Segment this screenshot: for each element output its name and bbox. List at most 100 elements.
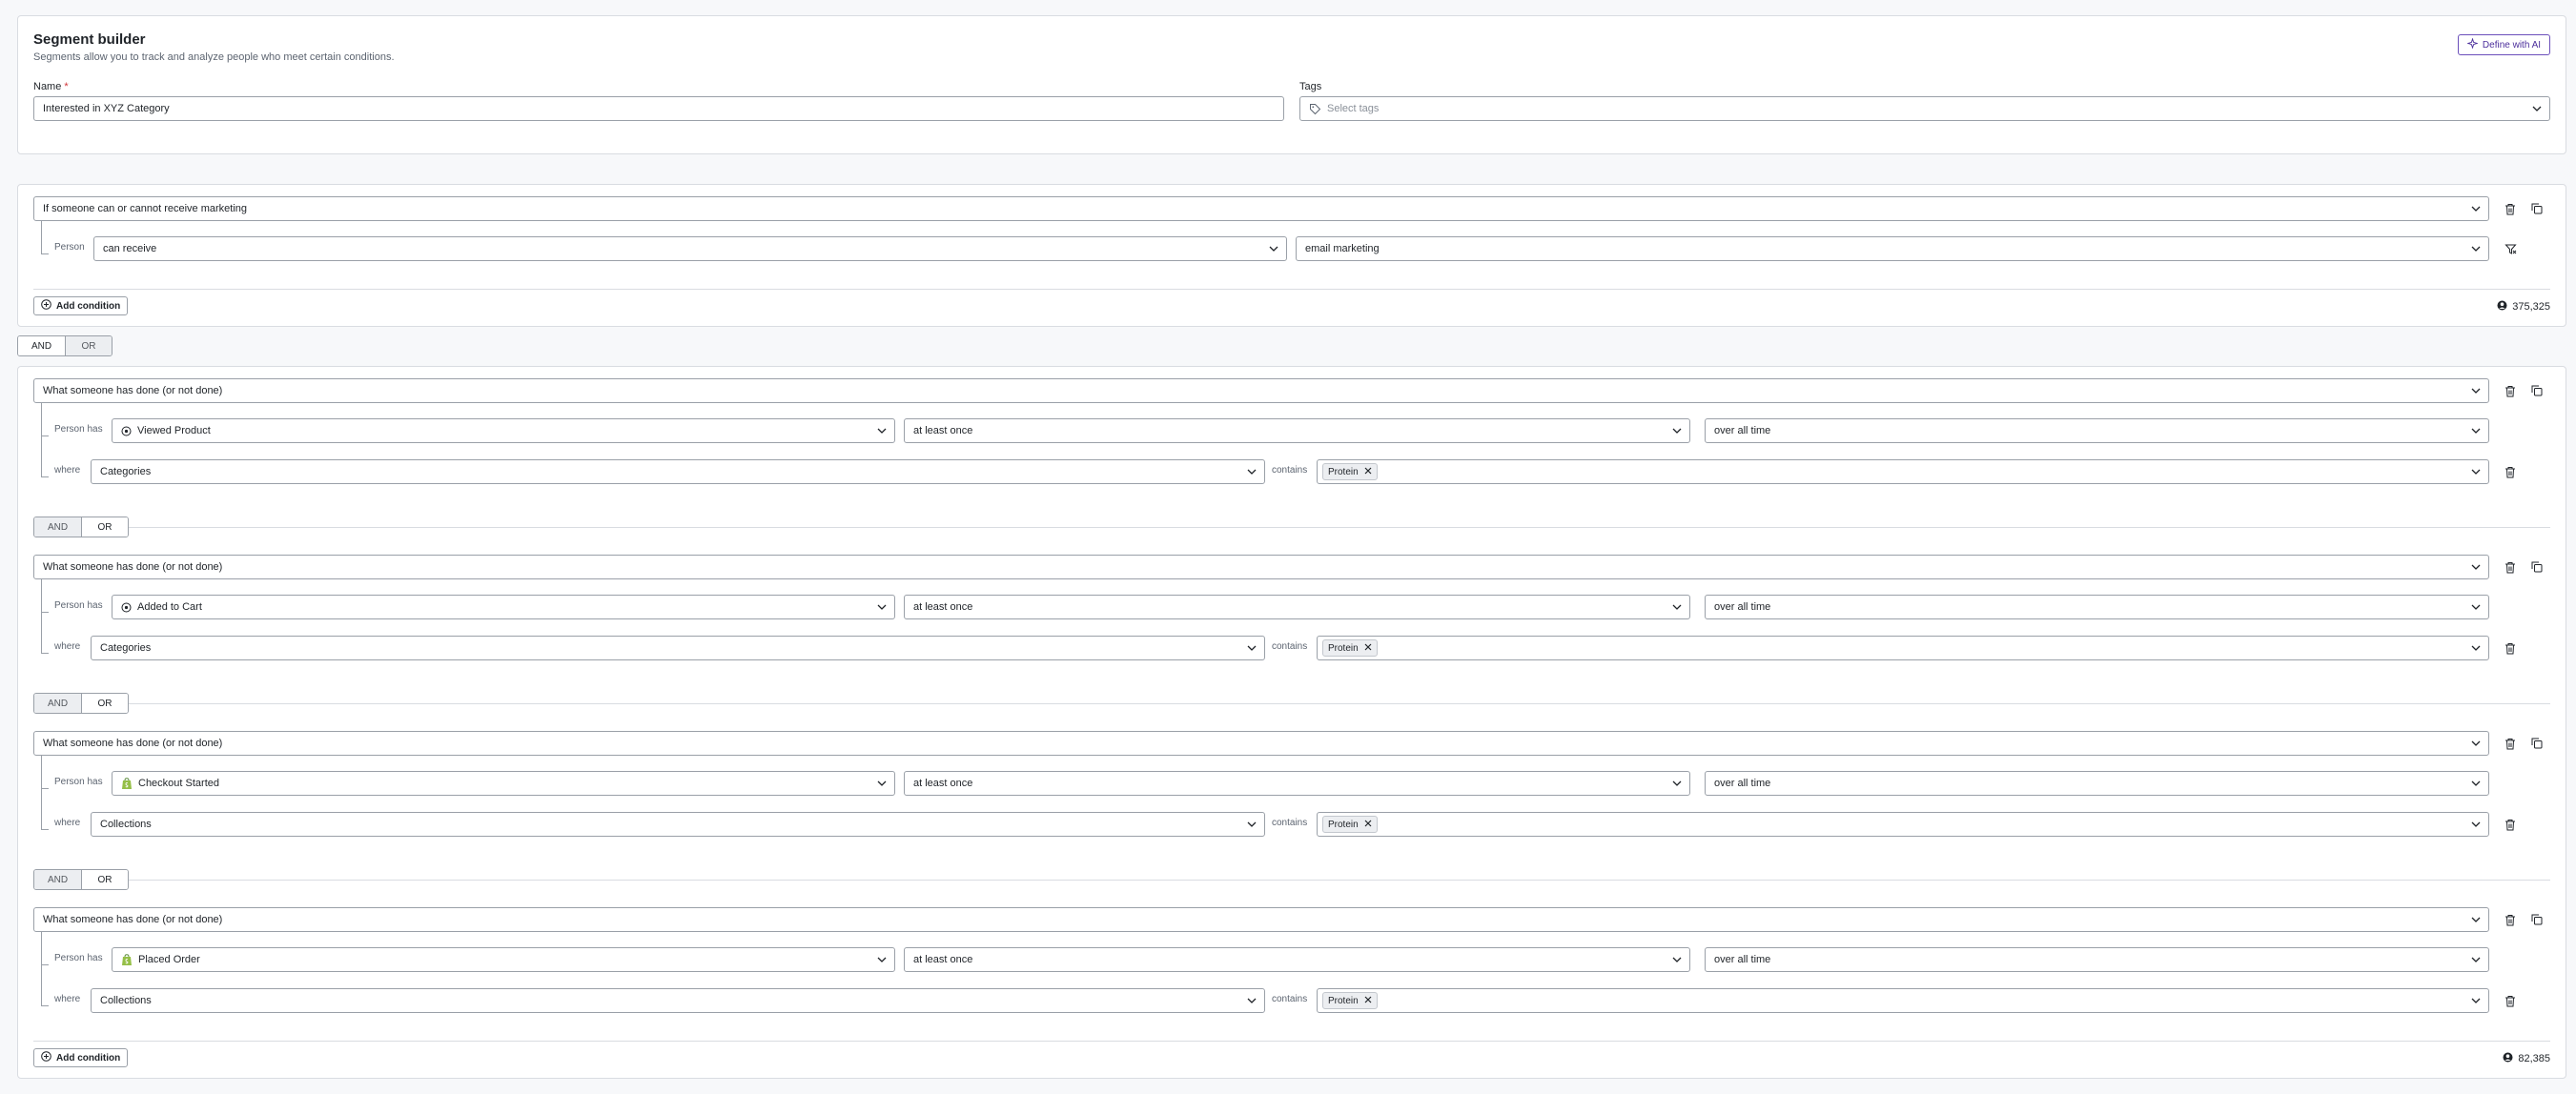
chevron-down-icon bbox=[2470, 819, 2482, 830]
duplicate-icon[interactable] bbox=[2529, 912, 2545, 927]
property-select[interactable]: Categories bbox=[91, 459, 1265, 484]
chevron-down-icon bbox=[876, 425, 888, 436]
event-select[interactable]: Viewed Product bbox=[112, 418, 895, 443]
chevron-down-icon bbox=[1671, 425, 1683, 436]
tag-icon bbox=[1309, 103, 1321, 118]
delete-icon[interactable] bbox=[2503, 464, 2518, 479]
add-condition-button[interactable]: Add condition bbox=[33, 296, 129, 315]
define-with-ai-label: Define with AI bbox=[2482, 39, 2542, 51]
tree-branch bbox=[41, 653, 49, 654]
condition-type-value: What someone has done (or not done) bbox=[43, 738, 223, 749]
tags-select[interactable]: Select tags bbox=[1299, 96, 2550, 121]
chevron-down-icon bbox=[2470, 642, 2482, 654]
tree-branch bbox=[41, 788, 49, 789]
duplicate-icon[interactable] bbox=[2529, 201, 2545, 216]
delete-icon[interactable] bbox=[2503, 993, 2518, 1008]
plus-circle-icon bbox=[41, 1051, 51, 1064]
channel-select[interactable]: email marketing bbox=[1296, 236, 2489, 261]
condition-type-select[interactable]: What someone has done (or not done) bbox=[33, 378, 2489, 403]
condition-join-toggle[interactable]: AND OR bbox=[33, 517, 129, 537]
close-icon[interactable] bbox=[1364, 643, 1372, 654]
condition-type-value: What someone has done (or not done) bbox=[43, 385, 223, 396]
or-option[interactable]: OR bbox=[81, 694, 128, 713]
clear-filter-icon[interactable] bbox=[2503, 241, 2518, 256]
condition-type-value: If someone can or cannot receive marketi… bbox=[43, 203, 248, 214]
name-label: Name * bbox=[33, 81, 69, 92]
condition-type-value: What someone has done (or not done) bbox=[43, 561, 223, 573]
tag-chip: Protein bbox=[1322, 816, 1378, 833]
divider bbox=[129, 527, 2550, 528]
tag-chip: Protein bbox=[1322, 992, 1378, 1009]
and-option[interactable]: AND bbox=[18, 336, 65, 355]
and-option[interactable]: AND bbox=[34, 517, 81, 537]
chevron-down-icon bbox=[2470, 995, 2482, 1006]
event-select[interactable]: Checkout Started bbox=[112, 771, 895, 796]
and-option[interactable]: AND bbox=[34, 870, 81, 889]
name-input[interactable]: Interested in XYZ Category bbox=[33, 96, 1284, 121]
tag-chip-label: Protein bbox=[1328, 466, 1359, 477]
condition-type-select[interactable]: If someone can or cannot receive marketi… bbox=[33, 196, 2489, 221]
event-select[interactable]: Added to Cart bbox=[112, 595, 895, 619]
duplicate-icon[interactable] bbox=[2529, 736, 2545, 751]
condition-type-select[interactable]: What someone has done (or not done) bbox=[33, 907, 2489, 932]
receive-value: can receive bbox=[103, 243, 157, 254]
sparkle-icon bbox=[2466, 37, 2479, 51]
divider bbox=[33, 1041, 2550, 1042]
condition-join-toggle[interactable]: AND OR bbox=[33, 693, 129, 714]
delete-icon[interactable] bbox=[2503, 640, 2518, 656]
value-multiselect[interactable]: Protein bbox=[1317, 812, 2489, 837]
delete-icon[interactable] bbox=[2503, 912, 2518, 927]
frequency-select[interactable]: at least once bbox=[904, 418, 1690, 443]
or-option[interactable]: OR bbox=[65, 336, 112, 355]
value-multiselect[interactable]: Protein bbox=[1317, 636, 2489, 660]
tag-chip-label: Protein bbox=[1328, 819, 1359, 830]
delete-icon[interactable] bbox=[2503, 817, 2518, 832]
property-select[interactable]: Collections bbox=[91, 812, 1265, 837]
group-join-toggle[interactable]: AND OR bbox=[17, 335, 112, 356]
close-icon[interactable] bbox=[1364, 996, 1372, 1006]
frequency-value: at least once bbox=[913, 425, 973, 436]
condition-type-select[interactable]: What someone has done (or not done) bbox=[33, 555, 2489, 579]
shopify-icon bbox=[121, 953, 133, 966]
chevron-down-icon bbox=[2470, 466, 2482, 477]
timeframe-select[interactable]: over all time bbox=[1705, 595, 2489, 619]
add-condition-label: Add condition bbox=[56, 1052, 121, 1064]
and-option[interactable]: AND bbox=[34, 694, 81, 713]
or-option[interactable]: OR bbox=[81, 870, 128, 889]
person-has-label: Person has bbox=[54, 953, 103, 963]
timeframe-select[interactable]: over all time bbox=[1705, 771, 2489, 796]
frequency-select[interactable]: at least once bbox=[904, 947, 1690, 972]
close-icon[interactable] bbox=[1364, 820, 1372, 830]
delete-icon[interactable] bbox=[2503, 201, 2518, 216]
timeframe-value: over all time bbox=[1714, 778, 1771, 789]
frequency-select[interactable]: at least once bbox=[904, 595, 1690, 619]
or-option[interactable]: OR bbox=[81, 517, 128, 537]
frequency-select[interactable]: at least once bbox=[904, 771, 1690, 796]
duplicate-icon[interactable] bbox=[2529, 383, 2545, 398]
chevron-down-icon bbox=[1246, 466, 1257, 477]
value-multiselect[interactable]: Protein bbox=[1317, 459, 2489, 484]
event-select[interactable]: Placed Order bbox=[112, 947, 895, 972]
duplicate-icon[interactable] bbox=[2529, 559, 2545, 575]
receive-select[interactable]: can receive bbox=[93, 236, 1287, 261]
delete-icon[interactable] bbox=[2503, 383, 2518, 398]
timeframe-select[interactable]: over all time bbox=[1705, 418, 2489, 443]
tags-placeholder: Select tags bbox=[1327, 103, 1380, 114]
condition-type-value: What someone has done (or not done) bbox=[43, 914, 223, 925]
add-condition-button[interactable]: Add condition bbox=[33, 1048, 129, 1067]
frequency-value: at least once bbox=[913, 778, 973, 789]
close-icon[interactable] bbox=[1364, 467, 1372, 477]
condition-type-select[interactable]: What someone has done (or not done) bbox=[33, 731, 2489, 756]
value-multiselect[interactable]: Protein bbox=[1317, 988, 2489, 1013]
delete-icon[interactable] bbox=[2503, 559, 2518, 575]
property-select[interactable]: Categories bbox=[91, 636, 1265, 660]
define-with-ai-button[interactable]: Define with AI bbox=[2458, 34, 2550, 55]
condition-join-toggle[interactable]: AND OR bbox=[33, 869, 129, 890]
timeframe-value: over all time bbox=[1714, 601, 1771, 613]
timeframe-select[interactable]: over all time bbox=[1705, 947, 2489, 972]
operator-label: contains bbox=[1272, 994, 1308, 1004]
property-select[interactable]: Collections bbox=[91, 988, 1265, 1013]
chevron-down-icon bbox=[876, 954, 888, 965]
event-value: Viewed Product bbox=[137, 425, 211, 436]
delete-icon[interactable] bbox=[2503, 736, 2518, 751]
